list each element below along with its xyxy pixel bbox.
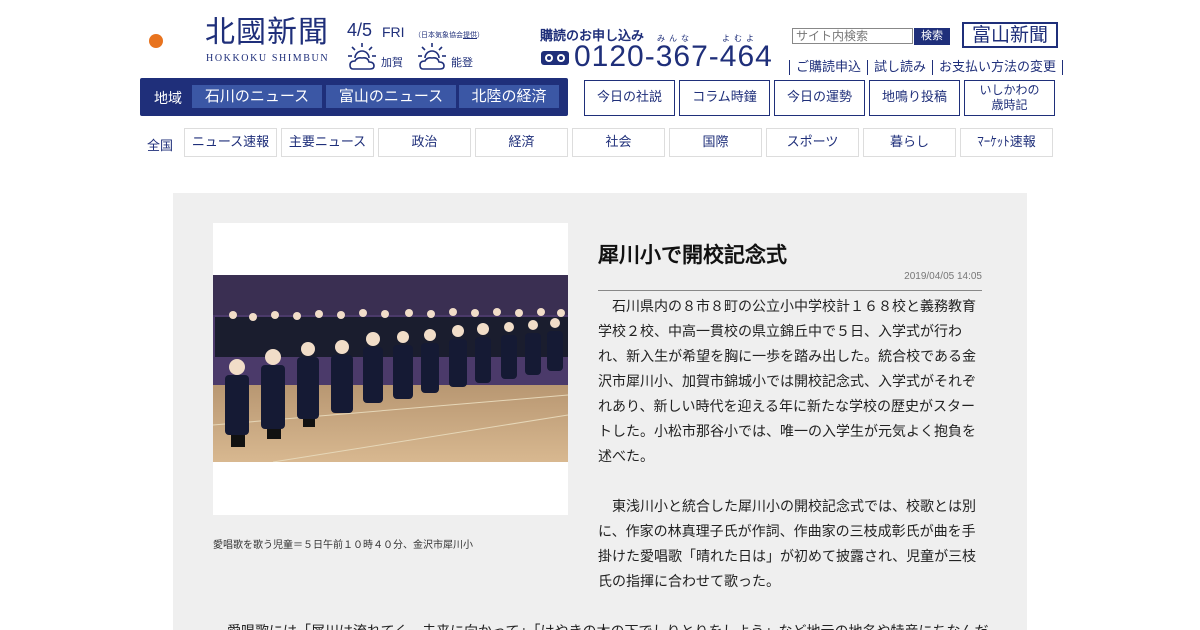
hokkoku-logo-icon[interactable]	[138, 15, 198, 67]
weather-credit-link[interactable]: 提供	[463, 31, 477, 39]
horoscope-button[interactable]: 今日の運勢	[774, 80, 865, 116]
divider	[1062, 60, 1064, 75]
divider	[598, 290, 982, 291]
current-date: 4/5	[347, 20, 373, 40]
cat-international[interactable]: 国際	[669, 128, 762, 157]
free-dial-icon	[541, 51, 569, 65]
cat-economy[interactable]: 経済	[475, 128, 568, 157]
weather-kaga[interactable]: 加賀	[347, 42, 407, 72]
weather-area-label: 能登	[451, 56, 473, 69]
cat-breaking-news[interactable]: ニュース速報	[184, 128, 277, 157]
search-input[interactable]	[792, 28, 913, 44]
cat-sports[interactable]: スポーツ	[766, 128, 859, 157]
article-paragraph: 石川県内の８市８町の公立小中学校計１６８校と義務教育学校２校、中高一貫校の県立錦…	[598, 299, 976, 465]
cat-top-news[interactable]: 主要ニュース	[281, 128, 374, 157]
region-nav-label: 地域	[154, 91, 182, 107]
tab-ishikawa-news[interactable]: 石川のニュース	[192, 85, 322, 108]
toyama-shimbun-link[interactable]: 富山新聞	[962, 22, 1058, 48]
button-label-line: 歳時記	[991, 98, 1028, 112]
button-label-line: いしかわの	[979, 83, 1040, 97]
article-paragraph: 愛唱歌には「犀川は流れてく 未来に向かって」「けやきの木の下でしりとりをしよう」…	[213, 620, 1013, 630]
reader-post-button[interactable]: 地鳴り投稿	[869, 80, 960, 116]
divider	[932, 60, 934, 75]
search-button[interactable]: 検索	[914, 28, 950, 45]
weather-noto[interactable]: 能登	[417, 42, 477, 72]
article-photo-frame	[213, 223, 568, 515]
utility-links: ご購読申込 試し読み お支払い方法の変更	[783, 56, 1069, 75]
site-logo-text[interactable]: 北國新聞	[205, 15, 329, 51]
editorial-button[interactable]: 今日の社説	[584, 80, 675, 116]
photo-caption: 愛唱歌を歌う児童＝５日午前１０時４０分、金沢市犀川小	[213, 540, 473, 551]
national-nav-label: 全国	[147, 139, 174, 154]
day-of-week: FRI	[382, 24, 405, 40]
util-link-payment[interactable]: お支払い方法の変更	[939, 60, 1056, 75]
site-logo-subtitle: HOKKOKU SHIMBUN	[206, 53, 330, 64]
article-headline: 犀川小で開校記念式	[598, 243, 787, 267]
region-nav: 地域 石川のニュース 富山のニュース 北陸の経済	[140, 78, 568, 116]
subscription-phone[interactable]: 0120-367-464	[574, 40, 773, 74]
article-timestamp: 2019/04/05 14:05	[904, 271, 982, 282]
cat-politics[interactable]: 政治	[378, 128, 471, 157]
article-body: 石川県内の８市８町の公立小中学校計１６８校と義務教育学校２校、中高一貫校の県立錦…	[598, 295, 982, 595]
article-paragraph: 東浅川小と統合した犀川小の開校記念式では、校歌とは別に、作家の林真理子氏が作詞、…	[598, 499, 977, 590]
ishikawa-calendar-button[interactable]: いしかわの 歳時記	[964, 80, 1055, 116]
article-photo[interactable]	[213, 275, 568, 462]
util-link-subscribe[interactable]: ご購読申込	[796, 60, 861, 75]
cat-society[interactable]: 社会	[572, 128, 665, 157]
tab-hokuriku-economy[interactable]: 北陸の経済	[459, 85, 559, 108]
weather-area-label: 加賀	[381, 56, 403, 69]
weather-credit: （日本気象協会提供）	[414, 31, 484, 39]
cat-market-news[interactable]: ﾏｰｹｯﾄ速報	[960, 128, 1053, 157]
cloudy-sunny-icon	[348, 43, 376, 70]
divider	[867, 60, 869, 75]
util-link-trial[interactable]: 試し読み	[874, 60, 926, 75]
divider	[789, 60, 790, 75]
article: 愛唱歌を歌う児童＝５日午前１０時４０分、金沢市犀川小 犀川小で開校記念式 201…	[173, 193, 1027, 630]
column-jisho-button[interactable]: コラム時鐘	[679, 80, 770, 116]
cat-lifestyle[interactable]: 暮らし	[863, 128, 956, 157]
tab-toyama-news[interactable]: 富山のニュース	[326, 85, 456, 108]
cloudy-sunny-icon	[418, 43, 446, 70]
